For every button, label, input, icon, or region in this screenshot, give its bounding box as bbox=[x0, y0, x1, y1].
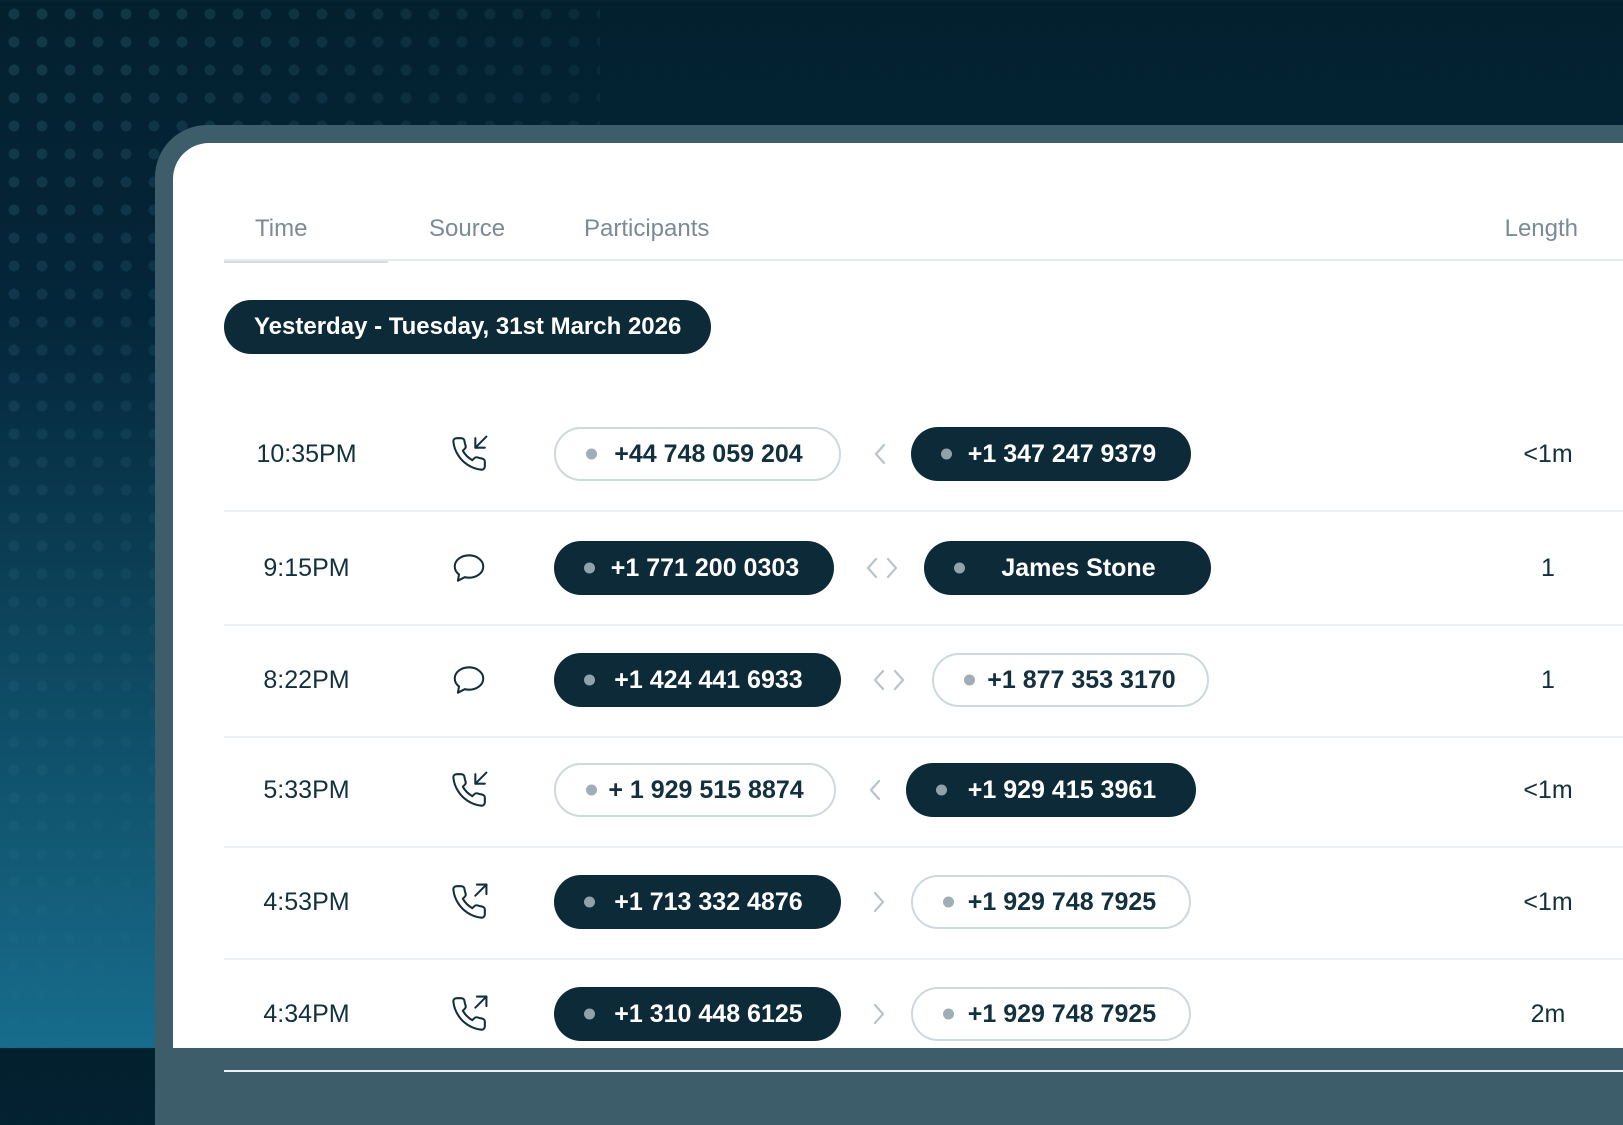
column-header-participants[interactable]: Participants bbox=[584, 215, 709, 243]
row-length: <1m bbox=[1523, 887, 1573, 916]
participant-label: +1 347 247 9379 bbox=[967, 439, 1157, 468]
row-time: 4:34PM bbox=[263, 999, 350, 1028]
table-row[interactable]: 10:35PM +44 748 059 204 +1 347 247 9379 … bbox=[224, 398, 1623, 512]
table-row[interactable]: 8:22PM +1 424 441 6933 +1 877 353 3170 1 bbox=[224, 624, 1623, 738]
table-row[interactable]: 4:53PM +1 713 332 4876 +1 929 748 7925 <… bbox=[224, 846, 1623, 960]
participant-from[interactable]: +1 424 441 6933 bbox=[554, 653, 841, 707]
participant-from[interactable]: +44 748 059 204 bbox=[554, 427, 841, 481]
status-dot bbox=[586, 784, 597, 796]
table-row[interactable]: 9:15PM +1 771 200 0303 James Stone 1 bbox=[224, 512, 1623, 626]
row-length: <1m bbox=[1523, 439, 1573, 468]
status-dot bbox=[936, 784, 947, 796]
status-dot bbox=[941, 448, 952, 460]
status-dot bbox=[586, 448, 597, 460]
column-header-source[interactable]: Source bbox=[429, 215, 505, 243]
status-dot bbox=[954, 562, 965, 574]
row-time: 8:22PM bbox=[263, 665, 350, 694]
table-row[interactable]: 4:34PM +1 310 448 6125 +1 929 748 7925 2… bbox=[224, 958, 1623, 1072]
participant-to[interactable]: +1 347 247 9379 bbox=[911, 427, 1191, 481]
status-dot bbox=[943, 1008, 954, 1020]
row-length: 1 bbox=[1541, 665, 1555, 694]
row-time: 9:15PM bbox=[263, 553, 350, 582]
row-time: 5:33PM bbox=[263, 775, 350, 804]
participant-label: +1 929 415 3961 bbox=[967, 775, 1157, 804]
participant-from[interactable]: +1 713 332 4876 bbox=[554, 875, 841, 929]
column-header-time[interactable]: Time bbox=[224, 205, 388, 263]
column-header-time-label: Time bbox=[255, 215, 308, 242]
status-dot bbox=[584, 1008, 595, 1020]
incoming-call-icon bbox=[450, 771, 488, 809]
participant-label: +1 877 353 3170 bbox=[987, 665, 1176, 694]
row-length: 1 bbox=[1541, 553, 1555, 582]
participant-to[interactable]: +1 929 415 3961 bbox=[906, 763, 1196, 817]
chevron-left-icon bbox=[872, 441, 888, 467]
participant-from[interactable]: +1 771 200 0303 bbox=[554, 541, 834, 595]
outgoing-call-icon bbox=[450, 995, 488, 1033]
participant-label: +44 748 059 204 bbox=[614, 439, 803, 468]
participant-label: +1 929 748 7925 bbox=[967, 999, 1157, 1028]
participant-label: +1 310 448 6125 bbox=[614, 999, 803, 1028]
row-time: 10:35PM bbox=[256, 439, 357, 468]
participant-to[interactable]: +1 929 748 7925 bbox=[911, 875, 1191, 929]
status-dot bbox=[584, 562, 595, 574]
participant-to[interactable]: +1 929 748 7925 bbox=[911, 987, 1191, 1041]
participant-from[interactable]: +1 310 448 6125 bbox=[554, 987, 841, 1041]
status-dot bbox=[964, 674, 975, 686]
participant-label: +1 713 332 4876 bbox=[614, 887, 803, 916]
row-length: 2m bbox=[1530, 999, 1566, 1028]
bidirectional-arrow-icon bbox=[865, 555, 899, 581]
participant-label: James Stone bbox=[1001, 553, 1156, 582]
chevron-left-icon bbox=[867, 777, 883, 803]
incoming-call-icon bbox=[450, 435, 488, 473]
outgoing-call-icon bbox=[450, 883, 488, 921]
message-icon bbox=[450, 661, 488, 699]
status-dot bbox=[584, 674, 595, 686]
chevron-right-icon bbox=[871, 889, 887, 915]
table-row[interactable]: 5:33PM + 1 929 515 8874 +1 929 415 3961 … bbox=[224, 734, 1623, 848]
participant-label: +1 424 441 6933 bbox=[614, 665, 803, 694]
chevron-right-icon bbox=[871, 1001, 887, 1027]
bidirectional-arrow-icon bbox=[872, 667, 906, 693]
status-dot bbox=[584, 896, 595, 908]
participant-label: +1 771 200 0303 bbox=[610, 553, 800, 582]
date-group-label: Yesterday - Tuesday, 31st March 2026 bbox=[224, 300, 712, 354]
status-dot bbox=[943, 896, 954, 908]
participant-from[interactable]: + 1 929 515 8874 bbox=[554, 763, 836, 817]
participant-to[interactable]: +1 877 353 3170 bbox=[932, 653, 1209, 707]
column-header-length[interactable]: Length bbox=[1505, 215, 1578, 243]
participant-label: + 1 929 515 8874 bbox=[608, 775, 804, 804]
table-header: Time Source Participants Length bbox=[224, 205, 1623, 263]
row-length: <1m bbox=[1523, 775, 1573, 804]
row-time: 4:53PM bbox=[263, 887, 350, 916]
participant-to[interactable]: James Stone bbox=[924, 541, 1211, 595]
message-icon bbox=[450, 549, 488, 587]
participant-label: +1 929 748 7925 bbox=[967, 887, 1157, 916]
